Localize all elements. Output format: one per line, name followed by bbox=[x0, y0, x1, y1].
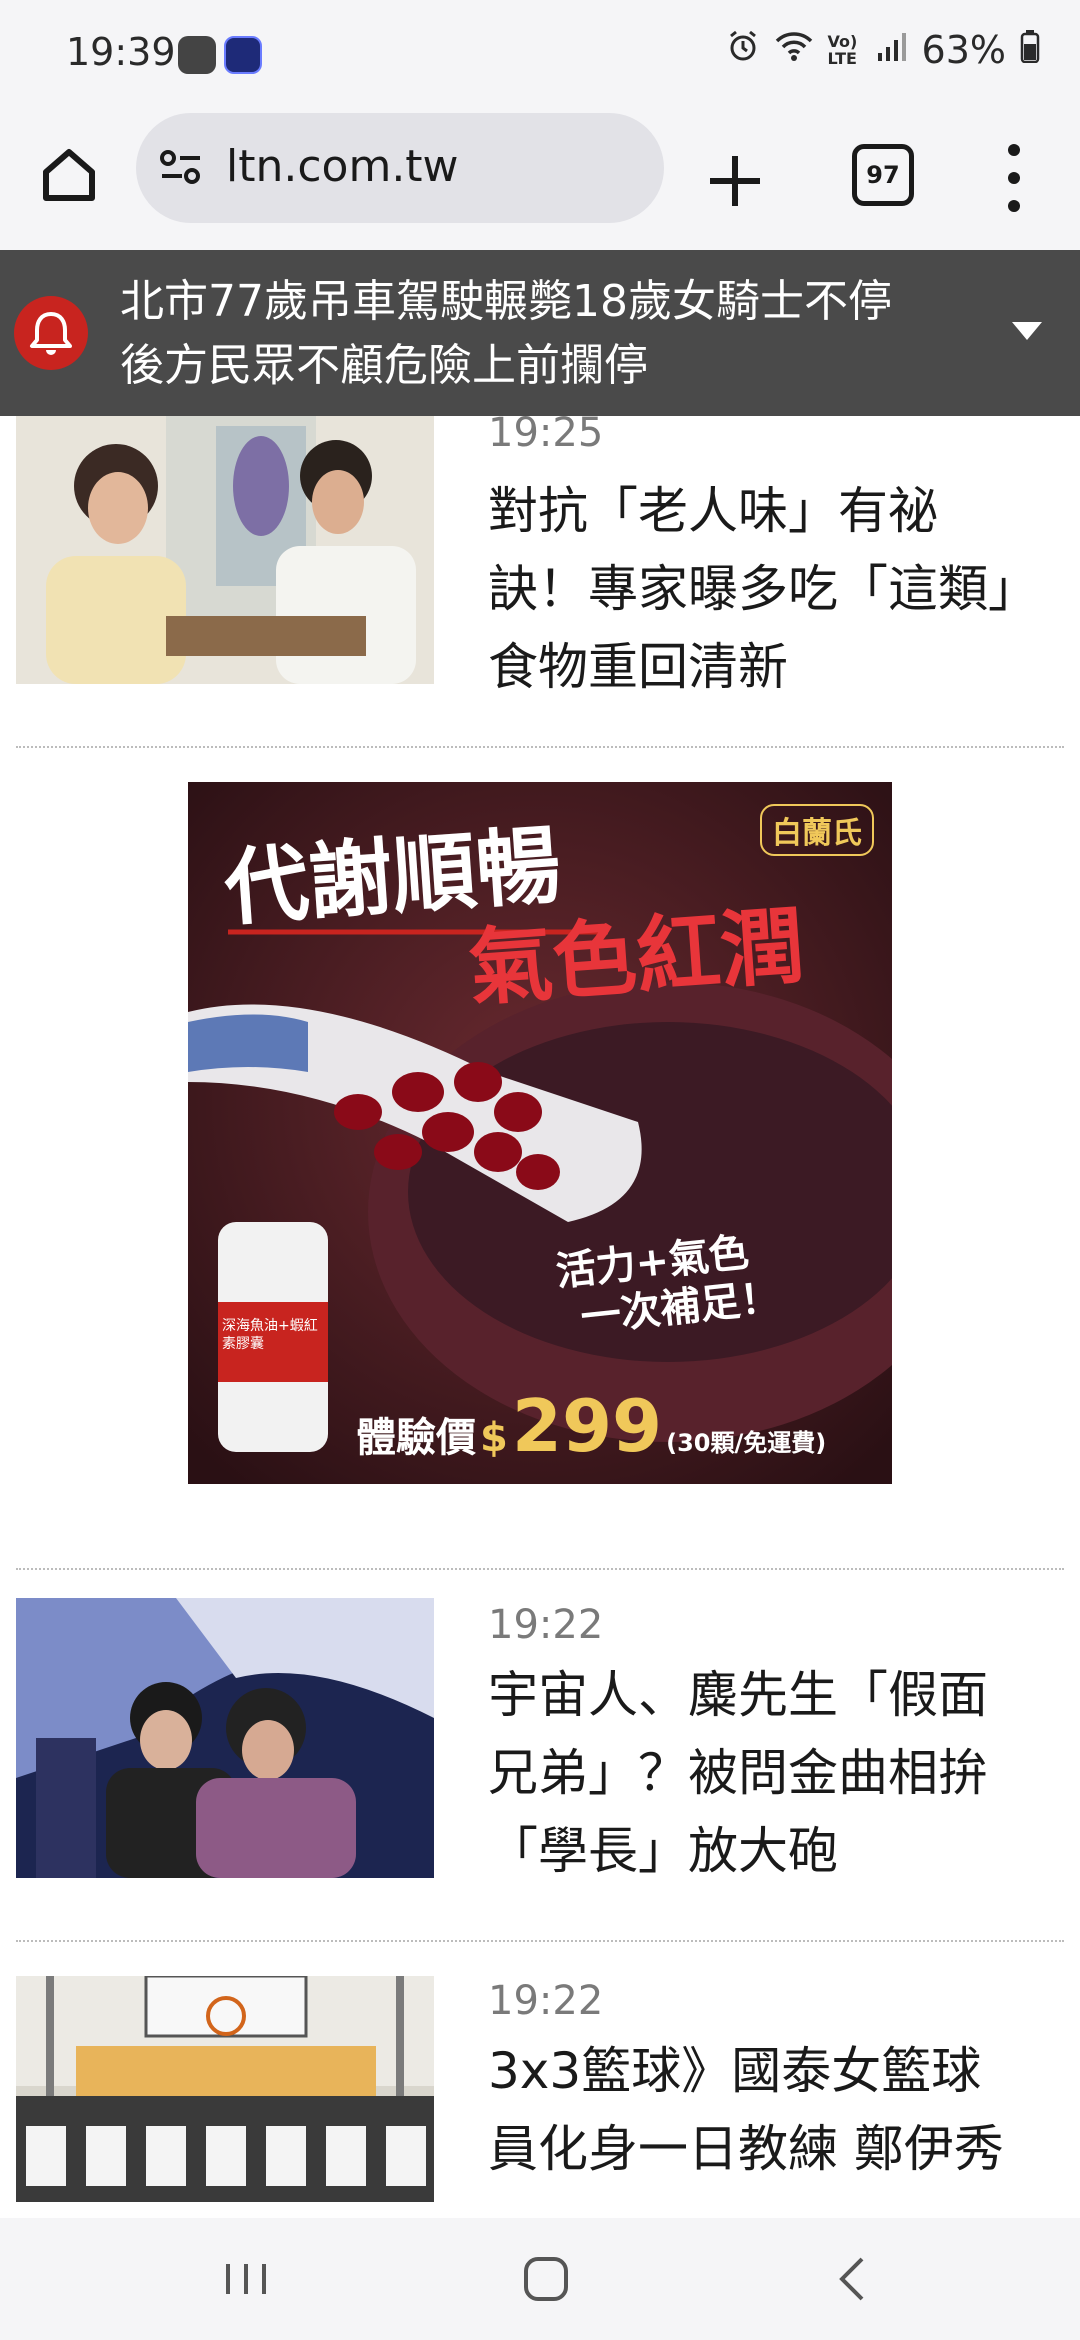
alarm-icon bbox=[726, 28, 760, 72]
battery-icon bbox=[1020, 28, 1040, 72]
battery-percent: 63% bbox=[921, 28, 1006, 72]
article-time: 19:22 bbox=[488, 1978, 604, 2024]
home-icon bbox=[43, 149, 95, 201]
dot-icon bbox=[1008, 172, 1020, 184]
divider bbox=[16, 1940, 1064, 1942]
ad-headline: 氣色紅潤 bbox=[465, 896, 808, 1018]
plus-icon bbox=[710, 156, 760, 206]
article-title-line: 宇宙人、麋先生「假面 bbox=[488, 1666, 988, 1724]
article-time: 19:25 bbox=[488, 410, 604, 456]
article-title-line: 3x3籃球》國泰女籃球 bbox=[488, 2042, 982, 2100]
bell-icon bbox=[14, 296, 88, 370]
ad-price-value: 299 bbox=[511, 1384, 663, 1468]
back-button[interactable] bbox=[812, 2244, 892, 2314]
expand-chevron-icon[interactable] bbox=[1012, 322, 1042, 340]
divider bbox=[16, 746, 1064, 748]
breaking-news-line: 後方民眾不顧危險上前攔停 bbox=[120, 340, 648, 391]
divider bbox=[16, 1568, 1064, 1570]
article-title-line: 員化身一日教練 鄭伊秀 bbox=[488, 2120, 1004, 2178]
recents-icon bbox=[226, 2264, 266, 2294]
article-thumbnail[interactable] bbox=[16, 1976, 434, 2202]
address-bar[interactable]: ltn.com.tw bbox=[136, 113, 664, 223]
ad-brand-logo: 白蘭氏 bbox=[760, 804, 874, 856]
home-nav-button[interactable] bbox=[506, 2244, 586, 2314]
back-icon bbox=[839, 2257, 864, 2301]
article-title-line: 兄弟」？被問金曲相拚 bbox=[488, 1744, 988, 1802]
wifi-icon bbox=[774, 28, 814, 72]
article-title-line: 食物重回清新 bbox=[488, 638, 788, 696]
article-thumbnail[interactable] bbox=[16, 416, 434, 684]
tab-switcher-button[interactable]: 97 bbox=[852, 144, 914, 206]
status-bar: 19:39 Vo) LTE 63% bbox=[0, 0, 1080, 112]
browser-toolbar: ltn.com.tw 97 bbox=[0, 112, 1080, 251]
article-thumbnail[interactable] bbox=[16, 1598, 434, 1878]
new-tab-button[interactable] bbox=[700, 146, 770, 216]
site-settings-icon[interactable] bbox=[156, 144, 206, 194]
ad-price-label: 體驗價 bbox=[356, 1415, 476, 1461]
notification-app-icon bbox=[178, 36, 216, 74]
article-item[interactable]: 19:25 對抗「老人味」有祕 訣！專家曝多吃「這類」 食物重回清新 bbox=[0, 410, 1080, 746]
breaking-news-banner[interactable]: 北市77歲吊車駕駛輾斃18歲女騎士不停 後方民眾不顧危險上前攔停 bbox=[0, 250, 1080, 416]
signal-icon bbox=[876, 28, 908, 72]
ad-price: 體驗價 $ 299 (30顆/免運費) bbox=[356, 1384, 826, 1468]
system-navigation-bar bbox=[0, 2218, 1080, 2340]
advertisement-banner[interactable]: 白蘭氏 代謝順暢 氣色紅潤 活力+氣色 一次補足！ 深海魚油+蝦紅素膠囊 體驗價… bbox=[188, 782, 892, 1484]
article-item[interactable]: 19:22 宇宙人、麋先生「假面 兄弟」？被問金曲相拚 「學長」放大砲 bbox=[0, 1598, 1080, 1928]
home-button[interactable] bbox=[36, 142, 102, 208]
article-title-line: 對抗「老人味」有祕 bbox=[488, 482, 938, 540]
ad-price-note: (30顆/免運費) bbox=[666, 1429, 827, 1457]
breaking-news-line: 北市77歲吊車駕駛輾斃18歲女騎士不停 bbox=[120, 276, 892, 327]
article-time: 19:22 bbox=[488, 1602, 604, 1648]
ad-price-currency: $ bbox=[480, 1415, 508, 1461]
recent-apps-button[interactable] bbox=[206, 2244, 286, 2314]
notification-app-icon bbox=[224, 36, 262, 74]
breaking-news-headline[interactable]: 北市77歲吊車駕駛輾斃18歲女騎士不停 後方民眾不顧危險上前攔停 bbox=[120, 270, 970, 398]
more-menu-button[interactable] bbox=[996, 138, 1032, 218]
home-nav-icon bbox=[524, 2257, 568, 2301]
status-time: 19:39 bbox=[66, 30, 176, 74]
dot-icon bbox=[1008, 144, 1020, 156]
article-title[interactable]: 3x3籃球》國泰女籃球 員化身一日教練 鄭伊秀 bbox=[488, 2032, 1068, 2188]
article-title-line: 「學長」放大砲 bbox=[488, 1822, 838, 1880]
article-title[interactable]: 對抗「老人味」有祕 訣！專家曝多吃「這類」 食物重回清新 bbox=[488, 472, 1068, 706]
article-title[interactable]: 宇宙人、麋先生「假面 兄弟」？被問金曲相拚 「學長」放大砲 bbox=[488, 1656, 1068, 1890]
ad-product-label: 深海魚油+蝦紅素膠囊 bbox=[222, 1318, 318, 1352]
article-title-line: 訣！專家曝多吃「這類」 bbox=[488, 560, 1038, 618]
url-text: ltn.com.tw bbox=[226, 141, 459, 192]
article-item[interactable]: 19:22 3x3籃球》國泰女籃球 員化身一日教練 鄭伊秀 bbox=[0, 1976, 1080, 2218]
network-label: Vo) LTE bbox=[827, 32, 858, 68]
dot-icon bbox=[1008, 200, 1020, 212]
status-indicators: Vo) LTE 63% bbox=[726, 28, 1040, 72]
